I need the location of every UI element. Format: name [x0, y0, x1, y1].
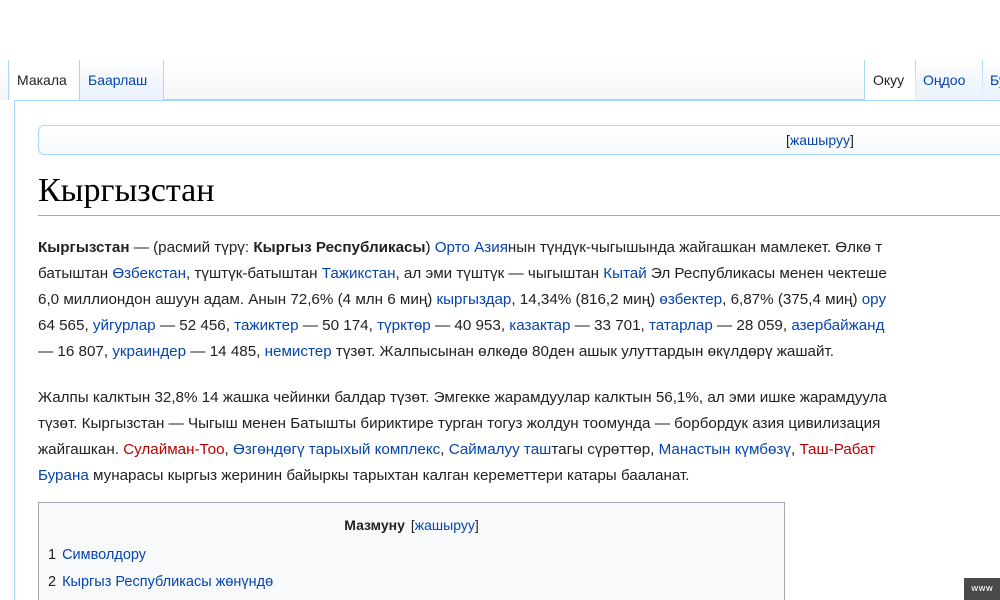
bracket-close: ]	[849, 132, 854, 148]
text: Жалпы калктын 32,8% 14 жашка чейинки бал…	[38, 389, 887, 406]
text-line: батыштан Өзбекстан, түштүк-батыштан Тажи…	[38, 261, 1000, 287]
link-uzgen-complex[interactable]: Өзгөндөгү тарыхый комплекс	[233, 441, 440, 458]
link-kazakhs[interactable]: казактар	[509, 317, 570, 334]
bracket-close: ]	[474, 517, 479, 533]
toc-item-number: 1	[48, 547, 57, 563]
link-ukrainians[interactable]: украиндер	[112, 343, 186, 360]
text: 6,0 миллиондон ашуун адам. Анын 72,6% (4…	[38, 291, 437, 308]
text: — 14 485,	[186, 343, 265, 360]
link-central-asia[interactable]: Орто Азия	[435, 239, 508, 256]
text: )	[425, 239, 435, 256]
title-underline	[38, 215, 1000, 216]
toc-header: Мазмуну [жашыруу]	[39, 515, 784, 535]
link-burana[interactable]: Бурана	[38, 467, 89, 484]
toc-hide-link[interactable]: жашыруу	[415, 517, 475, 533]
text: — 28 059,	[712, 317, 792, 334]
text: — 50 174,	[298, 317, 378, 334]
bold-text: Кыргыз Республикасы	[253, 239, 426, 256]
link-kyrgyz-people[interactable]: кыргыздар	[437, 291, 512, 308]
link-uyghurs[interactable]: уйгурлар	[93, 317, 156, 334]
redlink-tash-rabat[interactable]: Таш-Рабат	[799, 441, 875, 458]
text: , ал эми түштүк — чыгыштан	[395, 265, 604, 282]
text: — 16 807,	[38, 343, 113, 360]
sitenotice-hide-toggle: [жашыруу]	[786, 130, 854, 150]
text: ,	[440, 441, 449, 458]
text-line: — 16 807, украиндер — 14 485, немистер т…	[38, 339, 1000, 365]
text: Эл Республикасы менен чектеше	[646, 265, 887, 282]
text-line: 6,0 миллиондон ашуун адам. Анын 72,6% (4…	[38, 287, 1000, 313]
text: нын түндүк-чыгышында жайгашкан мамлекет.…	[507, 239, 883, 256]
link-azerbaijanis[interactable]: азербайжанд	[791, 317, 884, 334]
text: 64 565,	[38, 317, 93, 334]
toc-item-number: 2	[48, 574, 57, 590]
text: — 33 701,	[570, 317, 649, 334]
text: , 14,34% (816,2 миң)	[511, 291, 660, 308]
tab-read[interactable]: Окуу	[864, 60, 916, 100]
bold-text: Кыргызстан	[38, 239, 130, 256]
text: , 6,87% (375,4 миң)	[722, 291, 862, 308]
sitenotice-hide-link[interactable]: жашыруу	[790, 132, 850, 148]
top-blank-area	[0, 0, 1000, 60]
text: — 40 953,	[430, 317, 510, 334]
toc-title: Мазмуну	[344, 517, 405, 533]
text: түзөт. Жалпысынан өлкөдө 80ден ашык улут…	[331, 343, 834, 360]
intro-paragraph: Кыргызстан — (расмий түрү: Кыргыз Респуб…	[38, 235, 1000, 365]
link-manas-mausoleum[interactable]: Манастын күмбөзү	[659, 441, 791, 458]
tab-talk[interactable]: Баарлаш	[80, 60, 164, 100]
tab-edit[interactable]: Оңдоо	[915, 60, 983, 100]
toc-item-symbols[interactable]: 1 Символдору	[48, 545, 146, 565]
tab-history-partial[interactable]: Бу	[982, 60, 1000, 100]
link-tajiks[interactable]: тажиктер	[234, 317, 298, 334]
text-line: Кыргызстан — (расмий түрү: Кыргыз Респуб…	[38, 235, 1000, 261]
text-line: түзөт. Кыргызстан — Чыгыш менен Батышты …	[38, 411, 1000, 437]
page-title: Кыргызстан	[38, 172, 215, 209]
link-saimaluu-tash[interactable]: Саймалуу таш	[449, 441, 552, 458]
link-uzbek-people[interactable]: өзбектер	[659, 291, 722, 308]
text-line: Жалпы калктын 32,8% 14 жашка чейинки бал…	[38, 385, 1000, 411]
toc-item-label: Кыргыз Республикасы жөнүндө	[62, 574, 274, 590]
link-germans[interactable]: немистер	[265, 343, 332, 360]
toc-hide-toggle: [жашыруу]	[411, 517, 479, 533]
watermark-badge: www	[964, 578, 1000, 600]
text-line: Бурана мунарасы кыргыз жеринин байыркы т…	[38, 463, 1000, 489]
sitenotice-box	[38, 125, 1000, 155]
table-of-contents: Мазмуну [жашыруу] 1 Символдору 2 Кыргыз Рес…	[38, 502, 785, 600]
text: — 52 456,	[155, 317, 235, 334]
text: ,	[224, 441, 233, 458]
link-china[interactable]: Кытай	[603, 265, 646, 282]
link-tatars[interactable]: татарлар	[649, 317, 713, 334]
link-turks[interactable]: түрктөр	[377, 317, 431, 334]
text: батыштан	[38, 265, 113, 282]
redlink-sulayman-too[interactable]: Сулайман-Тоо	[123, 441, 224, 458]
tab-article[interactable]: Макала	[8, 60, 80, 100]
text: түзөт. Кыргызстан — Чыгыш менен Батышты …	[38, 415, 881, 432]
text: жайгашкан.	[38, 441, 124, 458]
text: , түштүк-батыштан	[185, 265, 322, 282]
text-line: жайгашкан. Сулайман-Тоо, Өзгөндөгү тарых…	[38, 437, 1000, 463]
toc-item-about-republic[interactable]: 2 Кыргыз Республикасы жөнүндө	[48, 572, 273, 592]
link-uzbekistan[interactable]: Өзбекстан	[112, 265, 186, 282]
text: тагы сүрөттөр,	[551, 441, 659, 458]
second-paragraph: Жалпы калктын 32,8% 14 жашка чейинки бал…	[38, 385, 1000, 489]
text: — (расмий түрү:	[129, 239, 254, 256]
text: мунарасы кыргыз жеринин байыркы тарыхтан…	[88, 467, 690, 484]
toc-item-label: Символдору	[62, 547, 147, 563]
text-line: 64 565, уйгурлар — 52 456, тажиктер — 50…	[38, 313, 1000, 339]
link-tajikistan[interactable]: Тажикстан	[322, 265, 396, 282]
link-russian-people[interactable]: ору	[862, 291, 886, 308]
